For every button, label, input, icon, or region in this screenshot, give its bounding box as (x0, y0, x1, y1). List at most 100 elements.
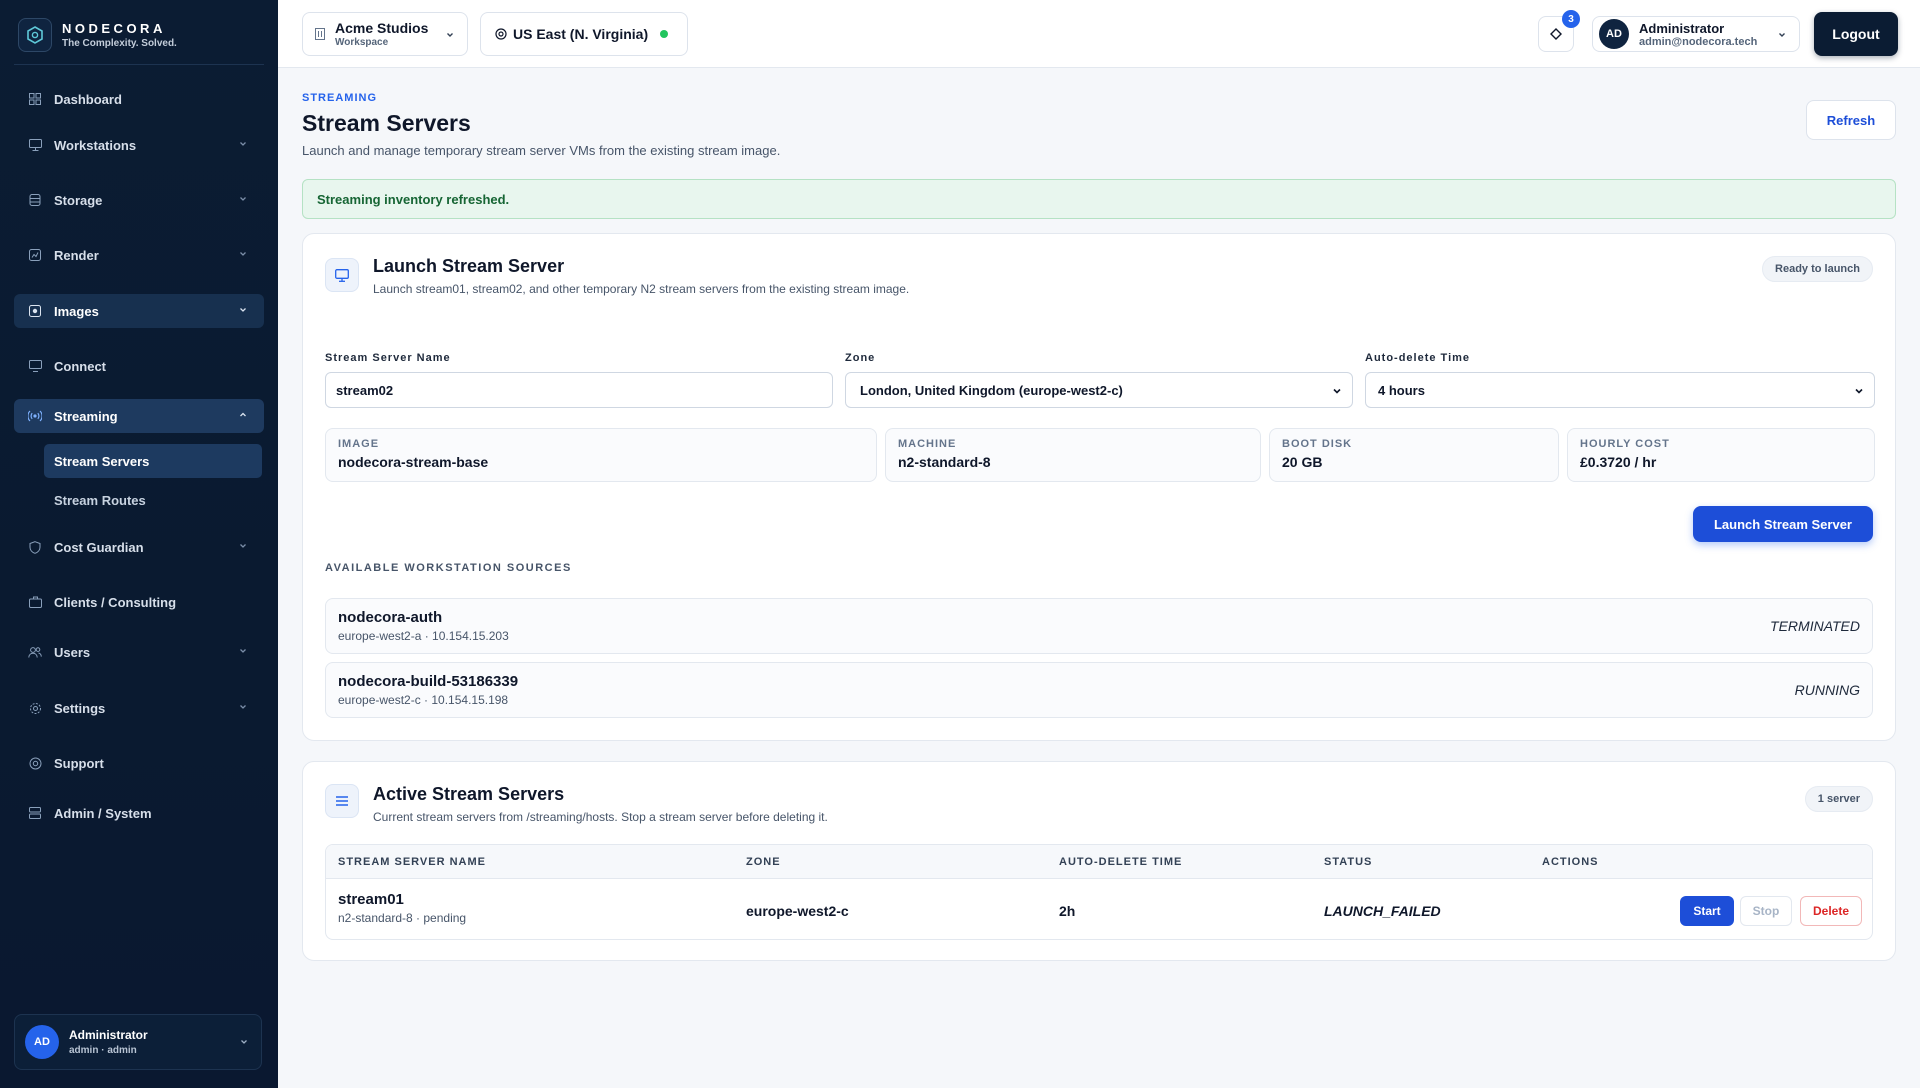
sidebar-item-label: Render (54, 247, 99, 263)
sidebar-user-card[interactable]: AD Administrator admin · admin (14, 1014, 262, 1070)
connect-icon (28, 359, 42, 373)
chevron-down-icon (1777, 30, 1787, 40)
page-subtitle: Launch and manage temporary stream serve… (302, 143, 781, 158)
sidebar-item-label: Cost Guardian (54, 539, 144, 555)
notifications-button[interactable]: 3 (1538, 10, 1580, 52)
page-title: Stream Servers (302, 110, 471, 136)
sidebar-item-settings[interactable]: Settings (14, 691, 264, 725)
building-icon (315, 28, 325, 40)
sidebar: NODECORA The Complexity. Solved. Dashboa… (0, 0, 278, 1088)
briefcase-icon (28, 595, 42, 609)
image-icon (28, 304, 42, 318)
status-dot (660, 30, 669, 38)
sidebar-item-images[interactable]: Images (14, 294, 264, 328)
sidebar-item-clients-consulting[interactable]: Clients / Consulting (14, 585, 264, 619)
workspace-select[interactable]: Acme Studios Workspace (302, 12, 468, 56)
card-subtitle: Launch stream01, stream02, and other tem… (373, 282, 910, 296)
column-header: STREAM SERVER NAME (338, 856, 486, 868)
sidebar-item-label: Users (54, 644, 91, 660)
sidebar-subitem-stream-routes[interactable]: Stream Routes (44, 483, 262, 517)
stat-value: £0.3720 / hr (1580, 454, 1657, 470)
logout-button[interactable]: Logout (1814, 12, 1898, 56)
source-meta: europe-west2-c · 10.154.15.198 (338, 693, 509, 707)
stop-button[interactable]: Stop (1740, 896, 1792, 926)
sidebar-item-render[interactable]: Render (14, 238, 264, 272)
start-button[interactable]: Start (1680, 896, 1734, 926)
source-status: TERMINATED (1770, 618, 1860, 634)
chevron-down-icon (239, 1037, 249, 1047)
gear-icon (28, 701, 42, 715)
chevron-down-icon (1332, 386, 1342, 396)
brand-name: NODECORA (62, 21, 166, 36)
account-name: Administrator (1639, 20, 1725, 36)
launch-stream-server-button[interactable]: Launch Stream Server (1693, 506, 1873, 542)
sidebar-item-label: Support (54, 755, 104, 771)
sidebar-item-connect[interactable]: Connect (14, 349, 264, 383)
sidebar-item-storage[interactable]: Storage (14, 183, 264, 217)
account-email: admin@nodecora.tech (1639, 35, 1758, 48)
launch-stream-server-card: Launch Stream Server Launch stream01, st… (302, 233, 1896, 741)
server-name: stream01 (338, 891, 404, 908)
avatar: AD (25, 1025, 59, 1059)
status-badge: Ready to launch (1762, 256, 1873, 282)
sidebar-item-label: Storage (54, 192, 103, 208)
region-selector[interactable]: US East (N. Virginia) (480, 12, 688, 56)
success-alert: Streaming inventory refreshed. (302, 179, 1896, 219)
stat-value: n2-standard-8 (898, 454, 991, 470)
auto-delete-select[interactable]: 4 hours (1365, 372, 1875, 408)
sidebar-item-label: Dashboard (54, 91, 122, 107)
list-item[interactable]: nodecora-auth europe-west2-a · 10.154.15… (325, 598, 1873, 654)
monitor-icon (28, 138, 42, 152)
chevron-down-icon (238, 541, 248, 551)
sidebar-item-workstations[interactable]: Workstations (14, 128, 264, 162)
stat-hourly-cost: HOURLY COST £0.3720 / hr (1567, 428, 1875, 482)
stat-key: HOURLY COST (1580, 438, 1670, 450)
stat-value: 20 GB (1282, 454, 1323, 470)
field-label: Zone (845, 352, 876, 364)
notification-count-badge: 3 (1562, 10, 1580, 28)
sidebar-divider (14, 64, 264, 65)
brand[interactable]: NODECORA The Complexity. Solved. (18, 18, 177, 52)
sidebar-item-streaming[interactable]: Streaming (14, 399, 264, 433)
chevron-down-icon (238, 702, 248, 712)
lifebuoy-icon (28, 756, 42, 770)
logo-icon (18, 18, 52, 52)
stat-key: IMAGE (338, 438, 380, 450)
chevron-down-icon (445, 30, 455, 40)
card-title: Launch Stream Server (373, 256, 565, 276)
sidebar-item-cost-guardian[interactable]: Cost Guardian (14, 530, 264, 564)
brand-tagline: The Complexity. Solved. (62, 38, 177, 49)
source-status: RUNNING (1794, 682, 1860, 698)
stat-key: MACHINE (898, 438, 957, 450)
refresh-button[interactable]: Refresh (1806, 100, 1896, 140)
chevron-down-icon (238, 305, 248, 315)
list-item[interactable]: nodecora-build-53186339 europe-west2-c ·… (325, 662, 1873, 718)
dashboard-icon (28, 92, 42, 106)
source-meta: europe-west2-a · 10.154.15.203 (338, 629, 509, 643)
render-icon (28, 248, 42, 262)
page-eyebrow: STREAMING (302, 92, 377, 104)
account-menu[interactable]: AD Administrator admin@nodecora.tech (1592, 16, 1800, 52)
sidebar-item-label: Connect (54, 358, 106, 374)
stream-server-name-input[interactable]: stream02 (325, 372, 833, 408)
sidebar-item-dashboard[interactable]: Dashboard (14, 82, 264, 116)
delete-button[interactable]: Delete (1800, 896, 1862, 926)
zone-select[interactable]: London, United Kingdom (europe-west2-c) (845, 372, 1353, 408)
sidebar-item-users[interactable]: Users (14, 635, 264, 669)
count-badge: 1 server (1804, 786, 1873, 812)
sidebar-subitem-stream-servers[interactable]: Stream Servers (44, 444, 262, 478)
workspace-label: Workspace (335, 37, 389, 48)
sidebar-user-name: Administrator (69, 1028, 148, 1042)
chevron-down-icon (238, 646, 248, 656)
sidebar-item-admin-system[interactable]: Admin / System (14, 796, 264, 830)
source-name: nodecora-auth (338, 609, 443, 626)
topbar: Acme Studios Workspace US East (N. Virgi… (278, 0, 1920, 68)
source-name: nodecora-build-53186339 (338, 673, 519, 690)
card-subtitle: Current stream servers from /streaming/h… (373, 810, 828, 824)
server-status: LAUNCH_FAILED (1324, 903, 1441, 919)
chevron-up-icon (238, 410, 248, 420)
stream-servers-table: STREAM SERVER NAME ZONE AUTO-DELETE TIME… (325, 844, 1873, 940)
sidebar-item-support[interactable]: Support (14, 746, 264, 780)
stat-boot-disk: BOOT DISK 20 GB (1269, 428, 1559, 482)
chevron-down-icon (238, 249, 248, 259)
